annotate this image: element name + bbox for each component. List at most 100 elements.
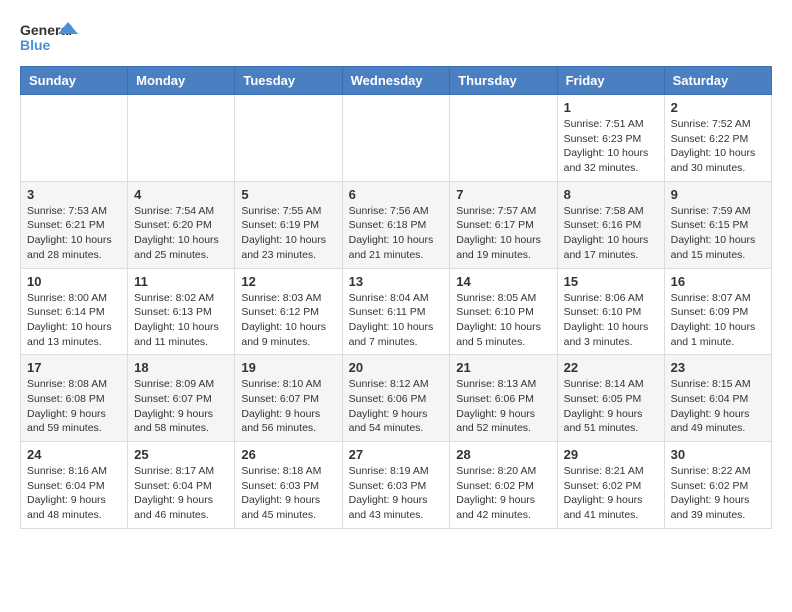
day-info: Sunrise: 8:17 AM Sunset: 6:04 PM Dayligh…	[134, 464, 228, 523]
day-info: Sunrise: 8:10 AM Sunset: 6:07 PM Dayligh…	[241, 377, 335, 436]
day-number: 30	[671, 447, 765, 462]
calendar-week-1: 1Sunrise: 7:51 AM Sunset: 6:23 PM Daylig…	[21, 95, 772, 182]
day-number: 27	[349, 447, 444, 462]
logo-svg: GeneralBlue	[20, 20, 90, 56]
day-info: Sunrise: 8:19 AM Sunset: 6:03 PM Dayligh…	[349, 464, 444, 523]
weekday-header-monday: Monday	[128, 67, 235, 95]
day-info: Sunrise: 8:13 AM Sunset: 6:06 PM Dayligh…	[456, 377, 550, 436]
calendar-cell: 27 Sunrise: 8:19 AM Sunset: 6:03 PM Dayli…	[342, 442, 450, 529]
day-number: 15	[564, 274, 658, 289]
weekday-header-sunday: Sunday	[21, 67, 128, 95]
calendar-cell: 24Sunrise: 8:16 AM Sunset: 6:04 PM Dayli…	[21, 442, 128, 529]
day-info: Sunrise: 7:55 AM Sunset: 6:19 PM Dayligh…	[241, 204, 335, 263]
day-info: Sunrise: 8:12 AM Sunset: 6:06 PM Dayligh…	[349, 377, 444, 436]
day-number: 13	[349, 274, 444, 289]
day-info: Sunrise: 8:06 AM Sunset: 6:10 PM Dayligh…	[564, 291, 658, 350]
calendar-week-5: 24Sunrise: 8:16 AM Sunset: 6:04 PM Dayli…	[21, 442, 772, 529]
logo: GeneralBlue	[20, 20, 90, 56]
day-info: Sunrise: 8:00 AM Sunset: 6:14 PM Dayligh…	[27, 291, 121, 350]
calendar-cell: 11Sunrise: 8:02 AM Sunset: 6:13 PM Dayli…	[128, 268, 235, 355]
day-number: 5	[241, 187, 335, 202]
calendar-week-2: 3Sunrise: 7:53 AM Sunset: 6:21 PM Daylig…	[21, 181, 772, 268]
calendar-cell: 28 Sunrise: 8:20 AM Sunset: 6:02 PM Dayli…	[450, 442, 557, 529]
calendar-cell	[21, 95, 128, 182]
calendar-cell	[450, 95, 557, 182]
weekday-header-wednesday: Wednesday	[342, 67, 450, 95]
day-number: 4	[134, 187, 228, 202]
day-number: 12	[241, 274, 335, 289]
day-info: Sunrise: 8:08 AM Sunset: 6:08 PM Dayligh…	[27, 377, 121, 436]
weekday-header-thursday: Thursday	[450, 67, 557, 95]
day-info: Sunrise: 7:56 AM Sunset: 6:18 PM Dayligh…	[349, 204, 444, 263]
calendar-cell: 19 Sunrise: 8:10 AM Sunset: 6:07 PM Dayli…	[235, 355, 342, 442]
day-number: 6	[349, 187, 444, 202]
day-number: 28	[456, 447, 550, 462]
calendar-cell: 6 Sunrise: 7:56 AM Sunset: 6:18 PM Daylig…	[342, 181, 450, 268]
day-info: Sunrise: 8:22 AM Sunset: 6:02 PM Dayligh…	[671, 464, 765, 523]
day-number: 22	[564, 360, 658, 375]
weekday-header-saturday: Saturday	[664, 67, 771, 95]
day-number: 19	[241, 360, 335, 375]
day-number: 10	[27, 274, 121, 289]
calendar-cell: 10 Sunrise: 8:00 AM Sunset: 6:14 PM Dayli…	[21, 268, 128, 355]
day-info: Sunrise: 7:53 AM Sunset: 6:21 PM Dayligh…	[27, 204, 121, 263]
day-number: 18	[134, 360, 228, 375]
day-number: 20	[349, 360, 444, 375]
page-header: GeneralBlue	[20, 20, 772, 56]
calendar-cell	[342, 95, 450, 182]
day-number: 8	[564, 187, 658, 202]
calendar-week-3: 10 Sunrise: 8:00 AM Sunset: 6:14 PM Dayli…	[21, 268, 772, 355]
calendar-cell: 26 Sunrise: 8:18 AM Sunset: 6:03 PM Dayli…	[235, 442, 342, 529]
day-number: 2	[671, 100, 765, 115]
day-info: Sunrise: 8:16 AM Sunset: 6:04 PM Dayligh…	[27, 464, 121, 523]
day-info: Sunrise: 8:04 AM Sunset: 6:11 PM Dayligh…	[349, 291, 444, 350]
day-info: Sunrise: 8:03 AM Sunset: 6:12 PM Dayligh…	[241, 291, 335, 350]
day-info: Sunrise: 8:18 AM Sunset: 6:03 PM Dayligh…	[241, 464, 335, 523]
calendar-cell: 22 Sunrise: 8:14 AM Sunset: 6:05 PM Dayli…	[557, 355, 664, 442]
calendar-cell: 23Sunrise: 8:15 AM Sunset: 6:04 PM Dayli…	[664, 355, 771, 442]
calendar-cell: 14Sunrise: 8:05 AM Sunset: 6:10 PM Dayli…	[450, 268, 557, 355]
day-info: Sunrise: 8:05 AM Sunset: 6:10 PM Dayligh…	[456, 291, 550, 350]
calendar-cell: 5 Sunrise: 7:55 AM Sunset: 6:19 PM Daylig…	[235, 181, 342, 268]
weekday-header-tuesday: Tuesday	[235, 67, 342, 95]
day-info: Sunrise: 7:59 AM Sunset: 6:15 PM Dayligh…	[671, 204, 765, 263]
day-info: Sunrise: 8:20 AM Sunset: 6:02 PM Dayligh…	[456, 464, 550, 523]
day-info: Sunrise: 7:57 AM Sunset: 6:17 PM Dayligh…	[456, 204, 550, 263]
calendar-cell: 25Sunrise: 8:17 AM Sunset: 6:04 PM Dayli…	[128, 442, 235, 529]
calendar-cell: 8 Sunrise: 7:58 AM Sunset: 6:16 PM Daylig…	[557, 181, 664, 268]
day-number: 9	[671, 187, 765, 202]
calendar-cell	[128, 95, 235, 182]
calendar-cell	[235, 95, 342, 182]
calendar-cell: 29 Sunrise: 8:21 AM Sunset: 6:02 PM Dayli…	[557, 442, 664, 529]
calendar-table: SundayMondayTuesdayWednesdayThursdayFrid…	[20, 66, 772, 529]
day-number: 26	[241, 447, 335, 462]
day-number: 17	[27, 360, 121, 375]
day-number: 1	[564, 100, 658, 115]
day-number: 16	[671, 274, 765, 289]
day-info: Sunrise: 7:58 AM Sunset: 6:16 PM Dayligh…	[564, 204, 658, 263]
day-info: Sunrise: 8:14 AM Sunset: 6:05 PM Dayligh…	[564, 377, 658, 436]
calendar-cell: 9 Sunrise: 7:59 AM Sunset: 6:15 PM Daylig…	[664, 181, 771, 268]
calendar-cell: 13 Sunrise: 8:04 AM Sunset: 6:11 PM Dayli…	[342, 268, 450, 355]
day-info: Sunrise: 8:21 AM Sunset: 6:02 PM Dayligh…	[564, 464, 658, 523]
calendar-cell: 4 Sunrise: 7:54 AM Sunset: 6:20 PM Daylig…	[128, 181, 235, 268]
day-number: 29	[564, 447, 658, 462]
day-info: Sunrise: 8:09 AM Sunset: 6:07 PM Dayligh…	[134, 377, 228, 436]
calendar-cell: 20 Sunrise: 8:12 AM Sunset: 6:06 PM Dayli…	[342, 355, 450, 442]
calendar-week-4: 17 Sunrise: 8:08 AM Sunset: 6:08 PM Dayli…	[21, 355, 772, 442]
calendar-cell: 2Sunrise: 7:52 AM Sunset: 6:22 PM Daylig…	[664, 95, 771, 182]
calendar-cell: 30 Sunrise: 8:22 AM Sunset: 6:02 PM Dayli…	[664, 442, 771, 529]
calendar-cell: 1Sunrise: 7:51 AM Sunset: 6:23 PM Daylig…	[557, 95, 664, 182]
calendar-cell: 3Sunrise: 7:53 AM Sunset: 6:21 PM Daylig…	[21, 181, 128, 268]
day-number: 7	[456, 187, 550, 202]
calendar-cell: 15 Sunrise: 8:06 AM Sunset: 6:10 PM Dayli…	[557, 268, 664, 355]
day-number: 11	[134, 274, 228, 289]
day-info: Sunrise: 7:54 AM Sunset: 6:20 PM Dayligh…	[134, 204, 228, 263]
weekday-header-friday: Friday	[557, 67, 664, 95]
calendar-cell: 18 Sunrise: 8:09 AM Sunset: 6:07 PM Dayli…	[128, 355, 235, 442]
day-info: Sunrise: 8:07 AM Sunset: 6:09 PM Dayligh…	[671, 291, 765, 350]
day-number: 23	[671, 360, 765, 375]
day-number: 21	[456, 360, 550, 375]
calendar-cell: 16 Sunrise: 8:07 AM Sunset: 6:09 PM Dayli…	[664, 268, 771, 355]
svg-text:Blue: Blue	[20, 37, 51, 53]
